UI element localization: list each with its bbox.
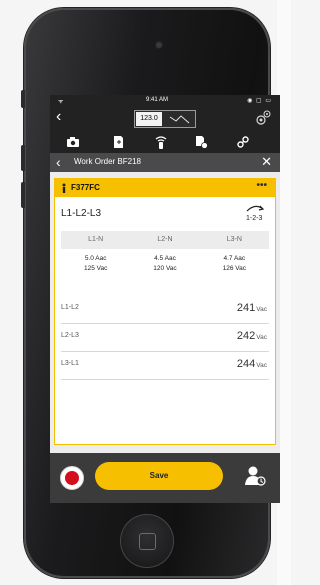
record-icon <box>65 471 79 485</box>
list-item[interactable]: L2-L3 242Vac <box>61 324 269 352</box>
current-value: 4.7 Aac <box>223 255 246 262</box>
phase-grid: L1-N L2-N L3-N 5.0 Aac 125 Vac 4.5 Aac 1… <box>61 231 269 274</box>
current-value: 4.5 Aac <box>154 255 176 262</box>
gears-icon[interactable] <box>254 109 272 127</box>
asset-name: F377FC <box>71 183 100 192</box>
rotation-label: 1-2-3 <box>246 215 262 222</box>
phase-l3n-values: 4.7 Aac 126 Vac <box>200 254 269 274</box>
toolbar <box>50 133 280 153</box>
mute-switch <box>21 90 25 108</box>
link-icon[interactable] <box>236 135 250 149</box>
phase-header-l2n: L2-N <box>157 236 173 243</box>
ll-label: L1-L2 <box>61 304 79 311</box>
chevron-left-icon[interactable]: ‹ <box>56 154 61 170</box>
ll-value: 244Vac <box>236 358 267 370</box>
phone-screen: ᯤ 9:41 AM ◉ ▢ ▭ ‹ 123.0 ‹ Work Order BF2… <box>50 95 280 503</box>
breadcrumb: ‹ Work Order BF218 ✕ <box>50 153 280 172</box>
current-value: 5.0 Aac <box>84 255 107 262</box>
more-icon[interactable]: ••• <box>256 180 267 191</box>
top-nav: ‹ 123.0 <box>50 107 280 129</box>
add-document-icon[interactable] <box>112 135 126 149</box>
phase-title: L1-L2-L3 <box>61 208 102 219</box>
asset-tag-icon <box>62 183 66 193</box>
list-item[interactable]: L3-L1 244Vac <box>61 352 269 380</box>
volume-down-button <box>21 182 25 208</box>
save-button[interactable]: Save <box>95 462 223 490</box>
camera-icon[interactable] <box>66 135 80 149</box>
list-item[interactable]: L1-L2 241Vac <box>61 296 269 324</box>
phase-rotation-icon[interactable]: 1-2-3 <box>243 202 267 222</box>
volume-up-button <box>21 145 25 171</box>
phase-header-l3n: L3-N <box>226 236 242 243</box>
voltage-value: 120 Vac <box>153 265 177 272</box>
document-sync-icon[interactable] <box>194 135 208 149</box>
signal-indicator: ᯤ <box>58 99 64 105</box>
status-bar: ᯤ 9:41 AM ◉ ▢ ▭ <box>50 95 280 107</box>
asset-card-header[interactable]: F377FC ••• <box>55 179 275 197</box>
chevron-left-icon[interactable]: ‹ <box>56 109 61 125</box>
meter-display[interactable]: 123.0 <box>134 110 196 128</box>
user-icon[interactable] <box>242 463 268 489</box>
home-square-icon <box>139 533 156 550</box>
status-time: 9:41 AM <box>146 97 169 103</box>
voltage-value: 125 Vac <box>83 265 108 272</box>
waveform-icon <box>169 115 190 124</box>
front-camera <box>155 41 163 49</box>
phase-l1n-values: 5.0 Aac 125 Vac <box>61 254 130 274</box>
phase-header-row: L1-N L2-N L3-N <box>61 231 269 249</box>
record-button[interactable] <box>60 466 84 490</box>
close-icon[interactable]: ✕ <box>261 154 272 170</box>
phase-values-row: 5.0 Aac 125 Vac 4.5 Aac 120 Vac 4.7 Aac … <box>61 249 269 274</box>
work-order-title: Work Order BF218 <box>74 157 141 166</box>
wireless-icon[interactable] <box>154 135 168 151</box>
ll-label: L3-L1 <box>61 360 79 367</box>
main-content: F377FC ••• L1-L2-L3 1-2-3 L1-N L2-N L3-N… <box>50 172 280 453</box>
home-button[interactable] <box>120 514 174 568</box>
phase-l2n-values: 4.5 Aac 120 Vac <box>130 254 199 274</box>
phase-header-l1n: L1-N <box>88 236 104 243</box>
asset-card: F377FC ••• L1-L2-L3 1-2-3 L1-N L2-N L3-N… <box>54 178 276 445</box>
ll-label: L2-L3 <box>61 332 79 339</box>
status-icons: ◉ ▢ ▭ <box>247 98 272 104</box>
ll-value: 241Vac <box>236 302 267 314</box>
meter-value: 123.0 <box>136 112 162 126</box>
voltage-value: 126 Vac <box>222 265 246 272</box>
bottom-bar: Save <box>50 453 280 503</box>
ll-value: 242Vac <box>236 330 267 342</box>
line-to-line-list: L1-L2 241Vac L2-L3 242Vac L3-L1 244Vac <box>61 296 269 380</box>
